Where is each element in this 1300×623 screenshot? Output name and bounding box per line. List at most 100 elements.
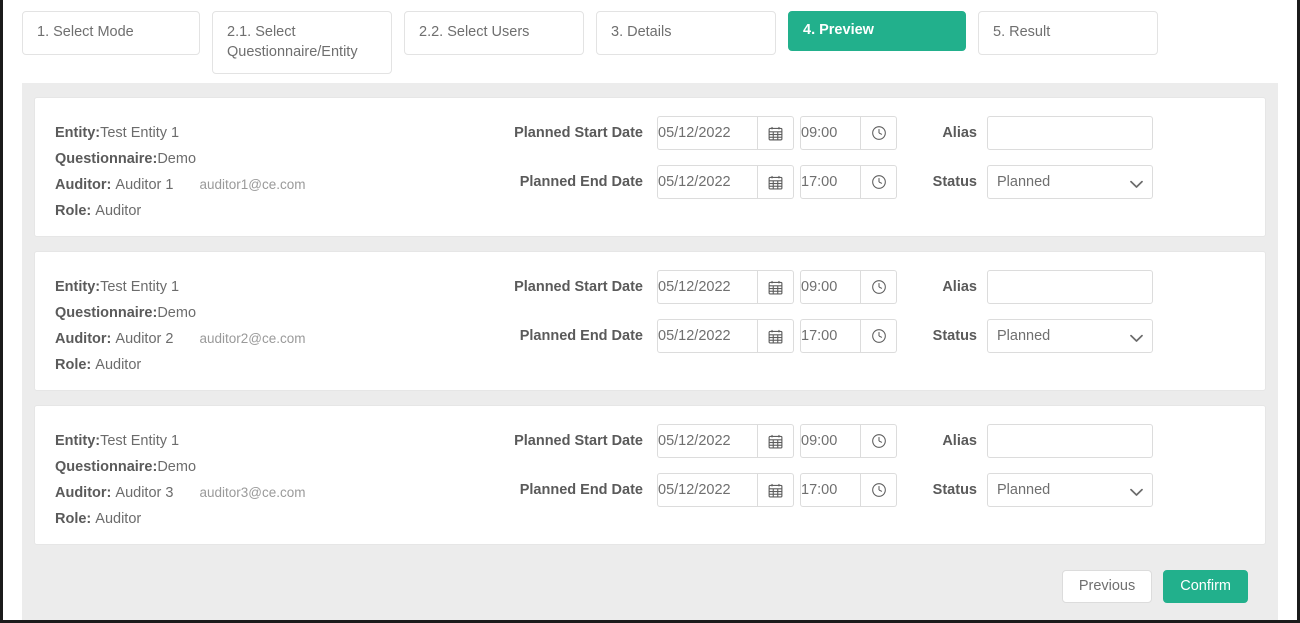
planned-end-date-input[interactable] — [657, 473, 758, 507]
calendar-icon[interactable] — [758, 270, 794, 304]
status-row: Status Planned — [925, 319, 1255, 353]
step-tab-select-users[interactable]: 2.2. Select Users — [404, 11, 584, 55]
app-page: 1. Select Mode 2.1. Select Questionnaire… — [0, 0, 1300, 623]
status-select[interactable]: Planned — [987, 165, 1153, 199]
assignment-card: Entity:Test Entity 1 Questionnaire:Demo … — [34, 97, 1266, 237]
role-value: Auditor — [95, 357, 142, 373]
planned-start-date-group — [657, 116, 794, 150]
calendar-icon[interactable] — [758, 319, 794, 353]
auditor-email: auditor2@ce.com — [199, 331, 306, 346]
planned-end-label: Planned End Date — [519, 174, 643, 190]
auditor-value: Auditor 3 — [115, 485, 174, 501]
status-label: Status — [932, 328, 977, 344]
planned-end-row: Planned End Date — [505, 319, 925, 353]
planned-end-date-input[interactable] — [657, 319, 758, 353]
clock-icon[interactable] — [861, 319, 897, 353]
alias-status-block: Alias Status Planned — [925, 268, 1255, 368]
alias-input[interactable] — [987, 116, 1153, 150]
planned-end-label: Planned End Date — [519, 328, 643, 344]
step-tab-preview[interactable]: 4. Preview — [788, 11, 966, 51]
entity-value: Test Entity 1 — [100, 433, 180, 449]
alias-input[interactable] — [987, 270, 1153, 304]
planned-start-row: Planned Start Date — [505, 424, 925, 458]
planned-end-time-input[interactable] — [800, 319, 861, 353]
entity-row: Entity:Test Entity 1 — [55, 274, 505, 300]
assignment-info: Entity:Test Entity 1 Questionnaire:Demo … — [35, 114, 505, 224]
planned-end-time-group — [800, 165, 897, 199]
step-tab-details[interactable]: 3. Details — [596, 11, 776, 55]
auditor-value: Auditor 1 — [115, 177, 174, 193]
clock-icon[interactable] — [861, 473, 897, 507]
role-row: Role: Auditor — [55, 506, 505, 532]
calendar-icon[interactable] — [758, 473, 794, 507]
planned-start-date-group — [657, 424, 794, 458]
questionnaire-row: Questionnaire:Demo — [55, 300, 505, 326]
planned-start-label: Planned Start Date — [514, 125, 643, 141]
alias-row: Alias — [925, 116, 1255, 150]
alias-label: Alias — [942, 433, 977, 449]
planned-start-time-group — [800, 116, 897, 150]
auditor-row: Auditor: Auditor 1 auditor1@ce.com — [55, 172, 505, 198]
auditor-email: auditor3@ce.com — [199, 485, 306, 500]
questionnaire-label: Questionnaire: — [55, 459, 158, 475]
planned-start-time-group — [800, 424, 897, 458]
step-tab-label: 2.2. Select Users — [419, 24, 530, 40]
clock-icon[interactable] — [861, 116, 897, 150]
step-tab-label: 4. Preview — [803, 22, 874, 38]
planned-start-time-input[interactable] — [800, 424, 861, 458]
questionnaire-label: Questionnaire: — [55, 151, 158, 167]
preview-panel: Entity:Test Entity 1 Questionnaire:Demo … — [22, 83, 1278, 620]
planned-end-time-group — [800, 473, 897, 507]
step-tab-result[interactable]: 5. Result — [978, 11, 1158, 55]
planned-start-label: Planned Start Date — [514, 279, 643, 295]
step-tab-select-questionnaire-entity[interactable]: 2.1. Select Questionnaire/Entity — [212, 11, 392, 75]
step-tab-select-mode[interactable]: 1. Select Mode — [22, 11, 200, 55]
alias-status-block: Alias Status Planned — [925, 114, 1255, 214]
planned-start-date-input[interactable] — [657, 424, 758, 458]
questionnaire-value: Demo — [157, 305, 197, 321]
clock-icon[interactable] — [861, 165, 897, 199]
entity-value: Test Entity 1 — [100, 279, 180, 295]
entity-row: Entity:Test Entity 1 — [55, 428, 505, 454]
previous-button[interactable]: Previous — [1061, 569, 1153, 603]
planned-end-date-input[interactable] — [657, 165, 758, 199]
status-row: Status Planned — [925, 473, 1255, 507]
role-value: Auditor — [95, 511, 142, 527]
planned-start-time-input[interactable] — [800, 116, 861, 150]
planned-end-time-group — [800, 319, 897, 353]
confirm-button[interactable]: Confirm — [1163, 569, 1248, 603]
wizard-steps: 1. Select Mode 2.1. Select Questionnaire… — [3, 0, 1297, 80]
planned-end-date-group — [657, 473, 794, 507]
role-label: Role: — [55, 357, 92, 373]
auditor-label: Auditor: — [55, 177, 112, 193]
entity-label: Entity: — [55, 279, 101, 295]
auditor-row: Auditor: Auditor 2 auditor2@ce.com — [55, 326, 505, 352]
clock-icon[interactable] — [861, 270, 897, 304]
calendar-icon[interactable] — [758, 116, 794, 150]
status-select[interactable]: Planned — [987, 473, 1153, 507]
planned-start-time-input[interactable] — [800, 270, 861, 304]
planned-end-row: Planned End Date — [505, 165, 925, 199]
status-select[interactable]: Planned — [987, 319, 1153, 353]
alias-label: Alias — [942, 279, 977, 295]
planned-end-row: Planned End Date — [505, 473, 925, 507]
planned-end-date-group — [657, 165, 794, 199]
planned-start-date-input[interactable] — [657, 270, 758, 304]
alias-input[interactable] — [987, 424, 1153, 458]
status-row: Status Planned — [925, 165, 1255, 199]
calendar-icon[interactable] — [758, 424, 794, 458]
planned-start-date-input[interactable] — [657, 116, 758, 150]
step-tab-label: 3. Details — [611, 24, 672, 40]
planned-end-time-input[interactable] — [800, 473, 861, 507]
alias-label: Alias — [942, 125, 977, 141]
planned-dates: Planned Start Date 05/12/2022 09:00 Plan… — [505, 114, 925, 214]
assignment-info: Entity:Test Entity 1 Questionnaire:Demo … — [35, 422, 505, 532]
calendar-icon[interactable] — [758, 165, 794, 199]
planned-dates: Planned Start Date 05/12/2022 09:00 Plan… — [505, 268, 925, 368]
status-label: Status — [932, 174, 977, 190]
planned-end-time-input[interactable] — [800, 165, 861, 199]
status-label: Status — [932, 482, 977, 498]
assignment-info: Entity:Test Entity 1 Questionnaire:Demo … — [35, 268, 505, 378]
planned-dates: Planned Start Date 05/12/2022 09:00 Plan… — [505, 422, 925, 522]
clock-icon[interactable] — [861, 424, 897, 458]
